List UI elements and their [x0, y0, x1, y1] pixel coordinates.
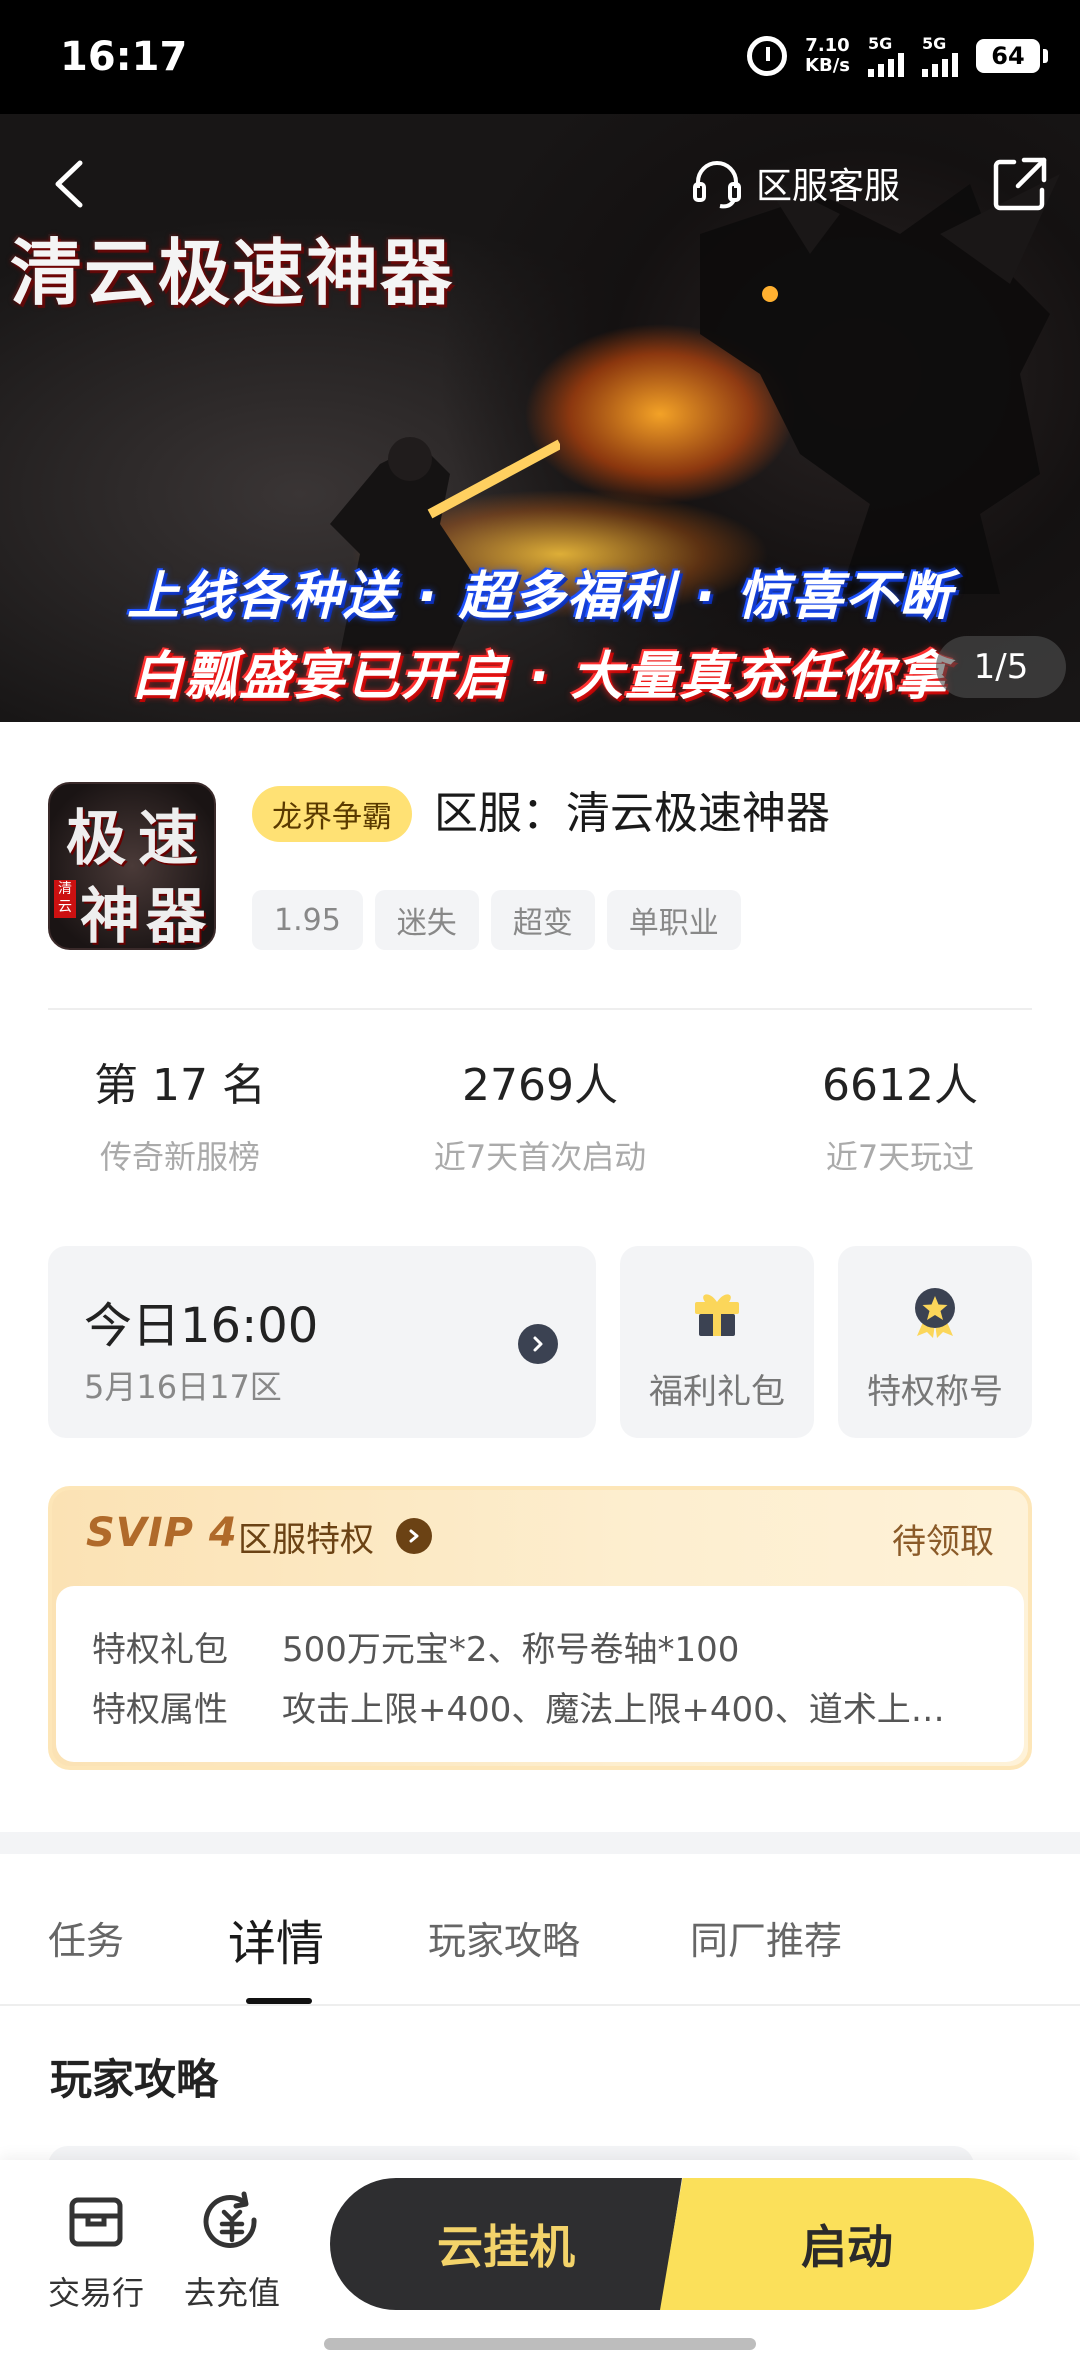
signal-icon: 5G	[868, 34, 904, 77]
svip-row: 特权属性 攻击上限+400、魔法上限+400、道术上…	[92, 1690, 945, 1730]
chip-style: 超变	[490, 890, 595, 950]
trade-label: 交易行	[47, 2274, 144, 2312]
icon-seal: 清云	[54, 880, 76, 918]
gift-pack-label: 福利礼包	[649, 1372, 785, 1412]
customer-service-button[interactable]: 区服客服	[690, 156, 900, 210]
privilege-title-card[interactable]: 特权称号	[838, 1246, 1032, 1438]
divider	[0, 2004, 1080, 2006]
recharge-button[interactable]: 去充值	[172, 2190, 292, 2314]
server-open-sub: 5月16日17区	[84, 1368, 282, 1406]
tab-details[interactable]: 详情	[228, 1904, 324, 1974]
dragon-illustration	[700, 174, 1060, 594]
trade-button[interactable]: 交易行	[36, 2190, 156, 2314]
customer-service-label: 区服客服	[755, 166, 900, 207]
recharge-label: 去充值	[183, 2274, 280, 2312]
headset-icon	[692, 161, 741, 209]
shop-icon	[69, 2197, 123, 2247]
server-open-time: 今日16:00	[84, 1298, 319, 1354]
banner-slogan-2: 白瓢盛宴已开启 · 大量真充任你拿	[131, 647, 949, 707]
game-chips: 1.95 迷失 超变 单职业	[252, 890, 741, 950]
signal-icon: 5G	[922, 34, 958, 77]
network-speed: 7.10 KB/s	[805, 34, 850, 76]
gift-icon	[695, 1294, 739, 1336]
currency-icon	[203, 2191, 257, 2248]
game-tag: 龙界争霸	[252, 786, 412, 842]
chevron-left-icon	[55, 160, 83, 208]
alarm-icon	[747, 35, 788, 76]
home-indicator	[324, 2338, 756, 2350]
divider	[48, 1008, 1032, 1010]
chip-genre: 迷失	[374, 890, 479, 950]
tab-player-guides[interactable]: 玩家攻略	[428, 1910, 580, 1965]
status-bar: 16:17 7.10 KB/s 5G 5G 64	[0, 0, 1080, 114]
cloud-idle-button[interactable]: 云挂机	[330, 2178, 682, 2310]
chevron-right-icon[interactable]	[396, 1518, 432, 1554]
launch-button[interactable]: 启动	[660, 2178, 1034, 2310]
svip-claim-status[interactable]: 待领取	[892, 1514, 994, 1563]
stats-row: 第 17 名 传奇新服榜 2769人 近7天首次启动 6612人 近7天玩过	[0, 1056, 1080, 1178]
chip-class: 单职业	[606, 890, 741, 950]
game-banner[interactable]: 清云极速神器 区服客服 上线各种送 · 超多福利 · 惊喜不断 白瓢盛宴已开启 …	[0, 114, 1080, 722]
game-app-icon: 极 速 神 器 清云	[48, 782, 216, 950]
gift-pack-card[interactable]: 福利礼包	[620, 1246, 814, 1438]
tab-same-developer[interactable]: 同厂推荐	[690, 1910, 842, 1965]
status-icons: 7.10 KB/s 5G 5G 64	[747, 34, 1048, 77]
banner-pager: 1/5	[936, 636, 1066, 698]
battery-icon: 64	[976, 38, 1048, 73]
banner-slogan-1: 上线各种送 · 超多福利 · 惊喜不断	[127, 567, 953, 627]
privilege-title-label: 特权称号	[867, 1372, 1003, 1412]
share-icon[interactable]	[990, 154, 1050, 214]
stat-first-launch: 2769人 近7天首次启动	[433, 1060, 647, 1176]
chip-version: 1.95	[252, 890, 363, 950]
svip-details: 特权礼包 500万元宝*2、称号卷轴*100 特权属性 攻击上限+400、魔法上限+…	[56, 1586, 1024, 1762]
section-separator	[0, 1832, 1080, 1854]
svip-header: SVIP 4 区服特权 待领取	[52, 1490, 1028, 1586]
detail-tabs: 任务 详情 玩家攻略 同厂推荐	[0, 1900, 1080, 2004]
back-button[interactable]	[40, 154, 100, 214]
game-logo: 清云极速神器	[10, 230, 455, 315]
svip-label: 区服特权	[238, 1520, 374, 1560]
section-title: 玩家攻略	[50, 2055, 219, 2104]
tab-tasks[interactable]: 任务	[48, 1910, 124, 1965]
svip-row: 特权礼包 500万元宝*2、称号卷轴*100	[92, 1630, 740, 1670]
medal-icon	[915, 1288, 955, 1338]
status-time: 16:17	[60, 34, 188, 80]
server-open-card[interactable]: 今日16:00 5月16日17区	[48, 1246, 596, 1438]
stat-played: 6612人 近7天玩过	[822, 1060, 978, 1176]
svip-badge: SVIP 4	[86, 1510, 238, 1556]
stat-rank[interactable]: 第 17 名 传奇新服榜	[0, 1056, 360, 1178]
game-title: 区服：清云极速神器	[434, 788, 830, 839]
svip-privilege-panel[interactable]: SVIP 4 区服特权 待领取 特权礼包 500万元宝*2、称号卷轴*100 特权…	[48, 1486, 1032, 1770]
chevron-right-icon	[518, 1324, 558, 1364]
